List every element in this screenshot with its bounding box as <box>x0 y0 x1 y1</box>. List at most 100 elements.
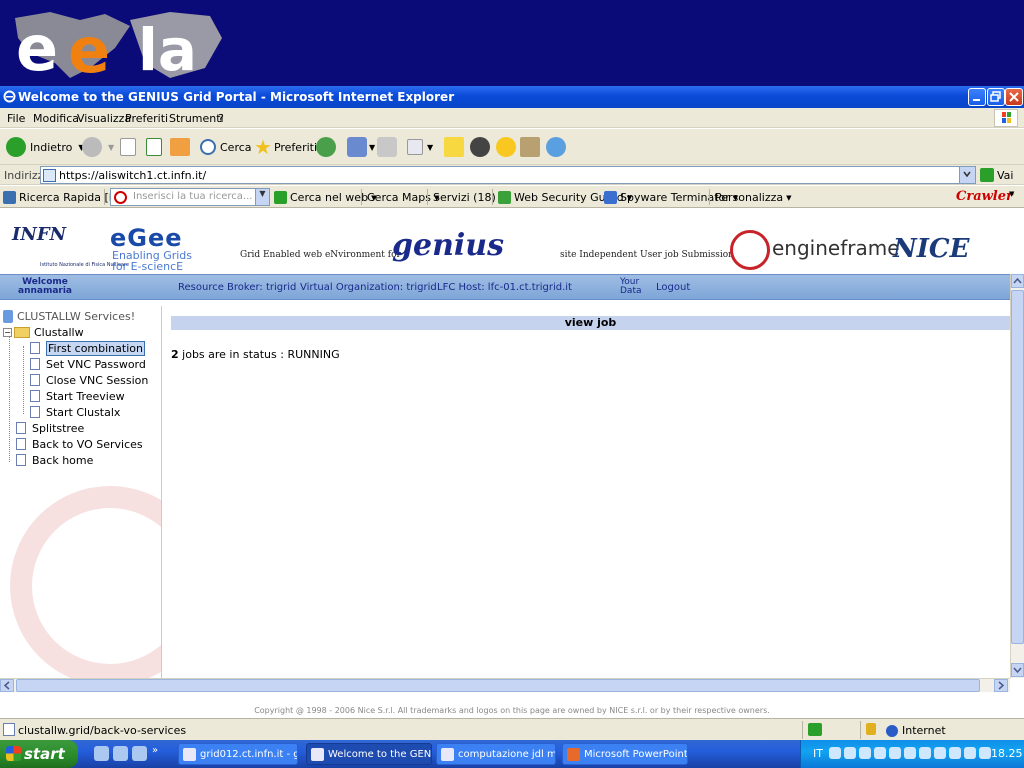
quicklaunch-ie-icon[interactable] <box>94 746 109 761</box>
nice-logo[interactable]: NICE <box>893 234 969 264</box>
maps-button[interactable]: Cerca Maps ▼ <box>367 191 439 204</box>
tree-item-start-clustalx[interactable]: Start Clustalx <box>30 404 120 420</box>
history-button[interactable] <box>316 135 336 159</box>
block-button[interactable] <box>470 135 490 159</box>
taskbar-item-grid012[interactable]: grid012.ct.infn.it - gri... <box>178 743 298 765</box>
engineframe-logo[interactable]: engineframe <box>772 236 900 260</box>
tray-sync-icon[interactable] <box>904 747 916 759</box>
tree-item-set-vnc-password[interactable]: Set VNC Password <box>30 356 146 372</box>
tray-network-icon[interactable] <box>844 747 856 759</box>
lock-icon[interactable] <box>866 723 876 735</box>
quicklaunch-email-icon[interactable] <box>113 746 128 761</box>
globe-icon <box>886 724 898 737</box>
tray-volume-icon[interactable] <box>859 747 871 759</box>
taskbar-item-genius[interactable]: Welcome to the GENI... <box>306 743 432 765</box>
messenger-icon <box>546 137 566 157</box>
services-button[interactable]: Servizi (18)▼ <box>433 191 504 204</box>
address-dropdown[interactable] <box>959 167 975 183</box>
tree-item-label: Back to VO Services <box>32 437 143 451</box>
smiley-button[interactable] <box>496 135 516 159</box>
messenger-button[interactable] <box>546 135 566 159</box>
forward-arrow-icon <box>82 137 102 157</box>
restore-button[interactable] <box>987 88 1005 106</box>
taskbar-item-computazione[interactable]: computazione jdl mpi i... <box>436 743 556 765</box>
tree-item-back-home[interactable]: Back home <box>16 452 93 468</box>
menu-modifica[interactable]: Modifica <box>33 112 79 125</box>
infn-logo[interactable]: INFN <box>12 224 66 245</box>
menu-visualizza[interactable]: Visualizza <box>77 112 131 125</box>
menu-strumenti[interactable]: Strumenti <box>169 112 224 125</box>
window-titlebar[interactable]: Welcome to the GENIUS Grid Portal - Micr… <box>0 86 1024 108</box>
favorites-button[interactable]: ★ Preferiti <box>254 135 317 159</box>
spyware-icon <box>604 191 617 204</box>
tray-shield-icon[interactable] <box>874 747 886 759</box>
toolbar-search-input[interactable]: Inserisci la tua ricerca... ▼ <box>110 188 270 206</box>
tray-security-icon[interactable] <box>949 747 961 759</box>
horizontal-scroll-thumb[interactable] <box>16 679 980 692</box>
tree-item-close-vnc-session[interactable]: Close VNC Session <box>30 372 148 388</box>
genius-logo[interactable]: genius <box>392 228 504 263</box>
customize-button[interactable]: Personalizza ▼ <box>715 191 792 204</box>
eela-banner: e e la <box>0 0 1024 86</box>
collapse-icon[interactable]: − <box>3 327 12 337</box>
tree-item-start-treeview[interactable]: Start Treeview <box>30 388 125 404</box>
vertical-scrollbar[interactable] <box>1010 274 1024 678</box>
menu-file[interactable]: File <box>7 112 25 125</box>
chevron-down-icon[interactable]: ▼ <box>1009 190 1014 198</box>
mail-button[interactable]: ▼ <box>347 135 375 159</box>
ie-icon <box>311 747 324 761</box>
tray-display-icon[interactable] <box>919 747 931 759</box>
address-url: https://aliswitch1.ct.infn.it/ <box>59 169 207 182</box>
back-button[interactable]: Indietro ▼ <box>6 135 85 159</box>
print-button[interactable] <box>377 135 397 159</box>
minimize-button[interactable] <box>968 88 986 106</box>
go-button[interactable]: Vai <box>980 168 1013 182</box>
start-button[interactable]: start <box>0 740 78 768</box>
crawler-logo[interactable]: Crawler <box>956 189 1013 204</box>
stop-button[interactable] <box>120 135 136 159</box>
menu-preferiti[interactable]: Preferiti <box>125 112 168 125</box>
close-button[interactable] <box>1005 88 1023 106</box>
scroll-down-button[interactable] <box>1011 663 1024 677</box>
tree-item-splitstree[interactable]: Splitstree <box>16 420 84 436</box>
menu-help[interactable]: ? <box>218 112 224 125</box>
vertical-scroll-thumb[interactable] <box>1011 290 1024 644</box>
internet-zone[interactable]: Internet <box>886 724 946 737</box>
tray-back-icon[interactable] <box>829 747 841 759</box>
tree-item-back-to-vo-services[interactable]: Back to VO Services <box>16 436 143 452</box>
window-icon <box>183 747 196 761</box>
logout-link[interactable]: Logout <box>656 282 690 293</box>
scroll-left-button[interactable] <box>0 679 14 692</box>
quicklaunch-media-icon[interactable] <box>132 746 147 761</box>
tray-battery-icon[interactable] <box>979 747 991 759</box>
tool-button[interactable] <box>520 135 540 159</box>
search-button[interactable]: Cerca <box>200 135 252 159</box>
language-indicator[interactable]: IT <box>813 747 823 760</box>
status-text: clustallw.grid/back-vo-services <box>18 724 187 737</box>
quicklaunch-more-icon[interactable]: » <box>152 745 158 756</box>
address-field[interactable]: https://aliswitch1.ct.infn.it/ <box>40 166 976 184</box>
tree-item-first-combination[interactable]: First combination <box>30 340 145 356</box>
tree-root[interactable]: CLUSTALLW Services! <box>3 308 135 324</box>
notes-button[interactable] <box>444 135 464 159</box>
tray-bluetooth-icon[interactable] <box>889 747 901 759</box>
tree-folder-clustallw[interactable]: − Clustallw <box>3 324 84 340</box>
chevron-left-icon <box>3 681 10 690</box>
chevron-down-icon[interactable]: ▼ <box>255 189 269 205</box>
refresh-button[interactable] <box>146 135 162 159</box>
scroll-right-button[interactable] <box>994 679 1008 692</box>
scroll-up-button[interactable] <box>1011 274 1024 288</box>
horizontal-scrollbar[interactable] <box>0 678 1010 692</box>
home-button[interactable] <box>170 135 190 159</box>
folder-open-icon <box>14 326 30 338</box>
forward-button[interactable]: ▼ <box>82 135 114 159</box>
quick-search-button[interactable]: Ricerca Rapida [F3] <box>3 191 126 204</box>
go-arrow-icon <box>980 168 994 182</box>
your-data-link[interactable]: Your Data <box>620 278 642 296</box>
taskbar-item-powerpoint[interactable]: Microsoft PowerPoint ... <box>562 743 688 765</box>
print-icon <box>377 137 397 157</box>
edit-button[interactable]: ▼ <box>407 135 433 159</box>
egee-logo[interactable]: eGee <box>110 224 183 252</box>
tray-chat-icon[interactable] <box>934 747 946 759</box>
tray-update-icon[interactable] <box>964 747 976 759</box>
